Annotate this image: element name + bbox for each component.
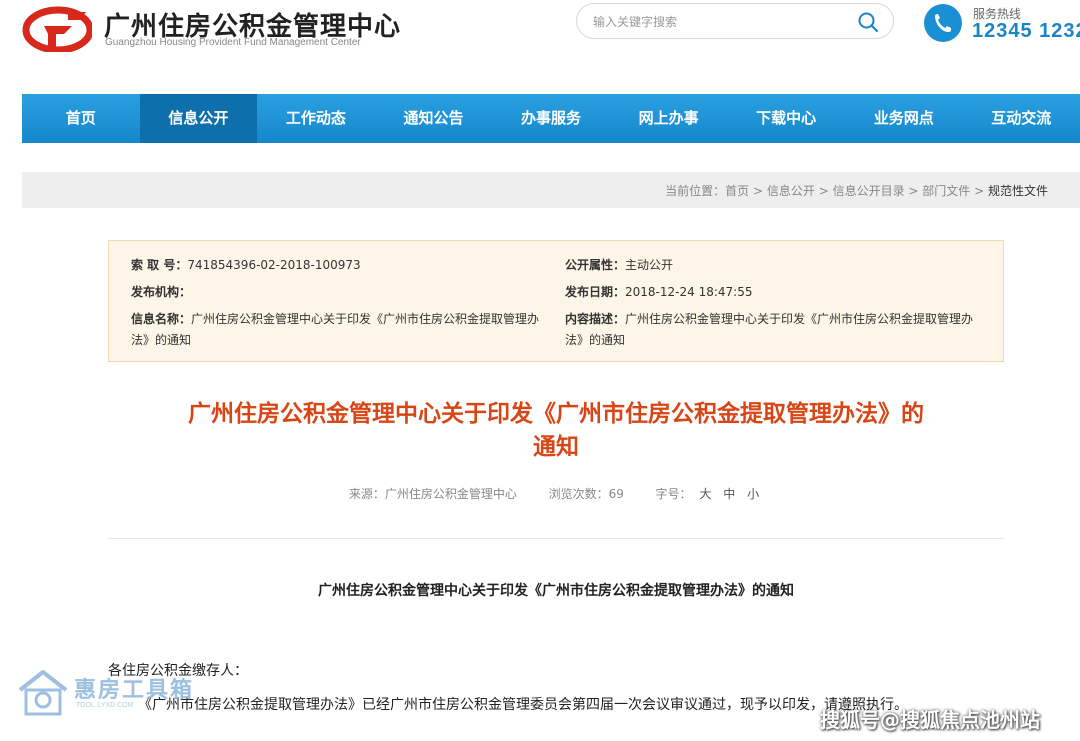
nav-item-home[interactable]: 首页 bbox=[22, 94, 140, 143]
nav-item-interaction[interactable]: 互动交流 bbox=[963, 94, 1080, 143]
nav-item-info-disclosure[interactable]: 信息公开 bbox=[139, 94, 258, 143]
article-title: 广州住房公积金管理中心关于印发《广州市住房公积金提取管理办法》的 通知 bbox=[108, 398, 1004, 464]
meta-desc-value-cont: 法》的通知 bbox=[565, 333, 626, 347]
meta-org-row: 发布机构： bbox=[131, 282, 191, 303]
meta-date-label: 发布日期： bbox=[565, 285, 626, 299]
search-icon[interactable] bbox=[857, 11, 879, 33]
nav-item-online-services[interactable]: 网上办事 bbox=[610, 94, 728, 143]
font-size-medium-button[interactable]: 中 bbox=[723, 487, 735, 501]
document-heading: 广州住房公积金管理中心关于印发《广州市住房公积金提取管理办法》的通知 bbox=[318, 583, 794, 599]
font-size-large-button[interactable]: 大 bbox=[699, 487, 711, 501]
logo-icon[interactable] bbox=[22, 4, 92, 52]
nav-item-work-news[interactable]: 工作动态 bbox=[257, 94, 375, 143]
breadcrumb: 当前位置：首页 > 信息公开 > 信息公开目录 > 部门文件 > 规范性文件 bbox=[665, 182, 1048, 199]
body-paragraph: 《广州市住房公积金提取管理办法》已经广州市住房公积金管理委员会第四届一次会议审议… bbox=[138, 697, 908, 713]
breadcrumb-separator: > bbox=[814, 184, 833, 198]
meta-name-label: 信息名称： bbox=[131, 312, 192, 326]
search-box bbox=[576, 3, 894, 39]
house-logo-icon bbox=[18, 670, 68, 716]
meta-attr-value: 主动公开 bbox=[625, 258, 674, 272]
divider bbox=[108, 538, 1004, 539]
meta-date-value: 2018-12-24 18:47:55 bbox=[625, 285, 753, 299]
article-title-line1: 广州住房公积金管理中心关于印发《广州市住房公积金提取管理办法》的 bbox=[188, 401, 924, 427]
meta-desc-value: 广州住房公积金管理中心关于印发《广州市住房公积金提取管理办 bbox=[625, 312, 974, 326]
site-subtitle: Guangzhou Housing Provident Fund Managem… bbox=[105, 37, 361, 48]
search-input[interactable] bbox=[593, 12, 843, 32]
article-info: 来源：广州住房公积金管理中心 浏览次数：69 字号： 大 中 小 bbox=[108, 485, 1004, 502]
views-label: 浏览次数： bbox=[548, 487, 609, 501]
breadcrumb-bar: 当前位置：首页 > 信息公开 > 信息公开目录 > 部门文件 > 规范性文件 bbox=[22, 172, 1080, 208]
nav-item-downloads[interactable]: 下载中心 bbox=[727, 94, 845, 143]
meta-index-value: 741854396-02-2018-100973 bbox=[187, 258, 361, 272]
meta-attr-row: 公开属性：主动公开 bbox=[565, 255, 673, 276]
meta-attr-label: 公开属性： bbox=[565, 258, 626, 272]
meta-name-value-cont: 法》的通知 bbox=[131, 333, 192, 347]
watermark-left-title: 惠房工具箱 bbox=[74, 678, 195, 703]
breadcrumb-item-dept-docs[interactable]: 部门文件 bbox=[922, 184, 970, 198]
document-meta-table: 索 取 号：741854396-02-2018-100973 公开属性：主动公开… bbox=[108, 240, 1004, 362]
breadcrumb-item-current: 规范性文件 bbox=[987, 184, 1048, 198]
hotline-number: 12345 1232 bbox=[972, 20, 1080, 42]
meta-desc-row: 内容描述：广州住房公积金管理中心关于印发《广州市住房公积金提取管理办法》的通知 bbox=[565, 309, 985, 351]
breadcrumb-prefix: 当前位置： bbox=[665, 184, 726, 198]
breadcrumb-item-home[interactable]: 首页 bbox=[725, 184, 749, 198]
breadcrumb-item-info-disclosure[interactable]: 信息公开 bbox=[767, 184, 815, 198]
nav-item-branches[interactable]: 业务网点 bbox=[845, 94, 963, 143]
meta-name-row: 信息名称：广州住房公积金管理中心关于印发《广州市住房公积金提取管理办法》的通知 bbox=[131, 309, 551, 351]
nav-item-services[interactable]: 办事服务 bbox=[492, 94, 610, 143]
source-value: 广州住房公积金管理中心 bbox=[384, 487, 517, 501]
phone-icon bbox=[924, 4, 962, 42]
breadcrumb-separator: > bbox=[749, 184, 767, 198]
meta-name-value: 广州住房公积金管理中心关于印发《广州市住房公积金提取管理办 bbox=[191, 312, 540, 326]
meta-org-label: 发布机构： bbox=[131, 285, 192, 299]
article-title-line2: 通知 bbox=[533, 434, 579, 460]
breadcrumb-item-catalog[interactable]: 信息公开目录 bbox=[833, 184, 905, 198]
nav-item-notices[interactable]: 通知公告 bbox=[375, 94, 493, 143]
main-nav: 首页 信息公开 工作动态 通知公告 办事服务 网上办事 下载中心 业务网点 互动… bbox=[22, 94, 1080, 143]
site-header: 广州住房公积金管理中心 Guangzhou Housing Provident … bbox=[0, 0, 1080, 90]
meta-desc-label: 内容描述： bbox=[565, 312, 626, 326]
watermark-left-subtitle: TOOL.1YXD.COM bbox=[76, 702, 134, 709]
watermark-right: 搜狐号@搜狐焦点池州站 bbox=[820, 708, 1040, 732]
font-size-label: 字号： bbox=[655, 487, 692, 501]
font-size-small-button[interactable]: 小 bbox=[747, 487, 759, 501]
breadcrumb-separator: > bbox=[970, 184, 988, 198]
meta-index-label: 索 取 号： bbox=[131, 258, 188, 272]
views-value: 69 bbox=[608, 487, 624, 501]
meta-date-row: 发布日期：2018-12-24 18:47:55 bbox=[565, 282, 752, 303]
source-label: 来源： bbox=[348, 487, 385, 501]
breadcrumb-separator: > bbox=[904, 184, 923, 198]
meta-index-row: 索 取 号：741854396-02-2018-100973 bbox=[131, 255, 361, 276]
watermark-left: 惠房工具箱 TOOL.1YXD.COM bbox=[16, 668, 206, 718]
